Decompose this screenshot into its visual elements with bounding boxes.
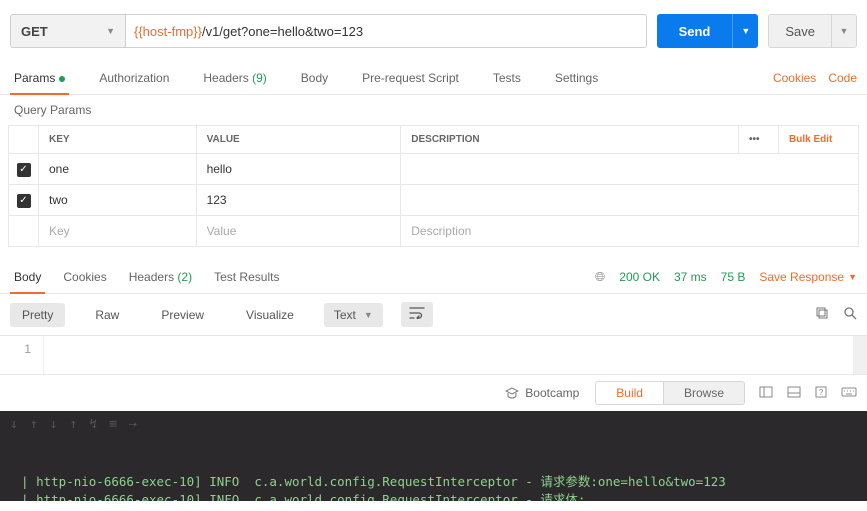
http-method-select[interactable]: GET ▼ xyxy=(10,14,125,48)
send-button[interactable]: Send xyxy=(657,14,733,48)
resp-tab-cookies[interactable]: Cookies xyxy=(59,261,110,293)
tab-prerequest[interactable]: Pre-request Script xyxy=(358,62,463,94)
more-options-icon[interactable]: ••• xyxy=(739,126,779,154)
chevron-down-icon: ▼ xyxy=(106,26,115,36)
toolbar-icon[interactable]: ↓ xyxy=(50,415,58,435)
param-key-input[interactable]: Key xyxy=(39,216,197,247)
col-value: VALUE xyxy=(196,126,401,154)
resp-tab-tests[interactable]: Test Results xyxy=(210,261,283,293)
code-link[interactable]: Code xyxy=(828,71,857,85)
toolbar-icon[interactable]: ↑ xyxy=(30,415,38,435)
url-variable: {{host-fmp}} xyxy=(134,24,202,39)
save-button[interactable]: Save xyxy=(768,14,831,48)
col-desc: DESCRIPTION xyxy=(401,126,739,154)
save-dropdown[interactable]: ▼ xyxy=(831,14,857,48)
ide-console: ↓ ↑ ↓ ↑ ↯ ≡ ⇢ | http-nio-6666-exec-10] I… xyxy=(0,411,867,501)
toolbar-icon[interactable]: ↓ xyxy=(10,415,18,435)
search-icon[interactable] xyxy=(843,306,857,323)
bootcamp-button[interactable]: Bootcamp xyxy=(505,386,579,400)
resp-tab-headers[interactable]: Headers (2) xyxy=(125,261,196,293)
panel-left-icon[interactable] xyxy=(759,385,773,401)
toolbar-icon[interactable]: ⇢ xyxy=(129,415,137,435)
toolbar-icon[interactable]: ≡ xyxy=(109,415,117,435)
console-line: | http-nio-6666-exec-10] INFO c.a.world.… xyxy=(6,492,585,501)
param-desc[interactable] xyxy=(401,154,859,185)
line-number: 1 xyxy=(0,336,44,374)
url-path: /v1/get?one=hello&two=123 xyxy=(202,24,363,39)
tab-body[interactable]: Body xyxy=(297,62,332,94)
response-body[interactable] xyxy=(44,336,853,374)
tab-params[interactable]: Params xyxy=(10,62,69,94)
url-input[interactable]: {{host-fmp}}/v1/get?one=hello&two=123 xyxy=(125,14,647,48)
status-code: 200 OK xyxy=(619,270,660,284)
browse-button[interactable]: Browse xyxy=(663,382,744,404)
keyboard-icon[interactable] xyxy=(841,385,857,401)
wrap-lines-icon[interactable] xyxy=(401,302,433,327)
view-pretty[interactable]: Pretty xyxy=(10,303,65,327)
cookies-link[interactable]: Cookies xyxy=(773,71,816,85)
table-row-empty: Key Value Description xyxy=(9,216,859,247)
svg-text:?: ? xyxy=(819,388,824,397)
col-key: KEY xyxy=(39,126,197,154)
status-size: 75 B xyxy=(721,270,746,284)
build-button[interactable]: Build xyxy=(596,382,663,404)
param-value[interactable]: 123 xyxy=(196,185,401,216)
panel-bottom-icon[interactable] xyxy=(787,385,801,401)
copy-icon[interactable] xyxy=(815,306,829,323)
param-desc[interactable] xyxy=(401,185,859,216)
view-visualize[interactable]: Visualize xyxy=(234,303,306,327)
status-time: 37 ms xyxy=(674,270,707,284)
bulk-edit-link[interactable]: Bulk Edit xyxy=(789,134,832,145)
toolbar-icon[interactable]: ↯ xyxy=(89,415,97,435)
help-icon[interactable]: ? xyxy=(815,385,827,401)
http-method-value: GET xyxy=(21,24,48,39)
send-dropdown[interactable]: ▼ xyxy=(732,14,758,48)
console-line: | http-nio-6666-exec-10] INFO c.a.world.… xyxy=(6,474,726,489)
query-params-label: Query Params xyxy=(0,95,867,125)
table-row: ✓ one hello xyxy=(9,154,859,185)
table-row: ✓ two 123 xyxy=(9,185,859,216)
toolbar-icon[interactable]: ↑ xyxy=(69,415,77,435)
row-checkbox[interactable]: ✓ xyxy=(17,163,31,177)
tab-authorization[interactable]: Authorization xyxy=(95,62,173,94)
view-preview[interactable]: Preview xyxy=(149,303,216,327)
tab-headers[interactable]: Headers (9) xyxy=(199,62,270,94)
scrollbar[interactable] xyxy=(853,336,867,374)
param-desc-input[interactable]: Description xyxy=(401,216,859,247)
tab-tests[interactable]: Tests xyxy=(489,62,525,94)
param-value-input[interactable]: Value xyxy=(196,216,401,247)
view-raw[interactable]: Raw xyxy=(83,303,131,327)
params-indicator-dot xyxy=(59,76,65,82)
body-type-select[interactable]: Text▼ xyxy=(324,303,383,327)
resp-tab-body[interactable]: Body xyxy=(10,261,45,293)
save-response-button[interactable]: Save Response ▼ xyxy=(759,270,857,284)
row-checkbox[interactable]: ✓ xyxy=(17,194,31,208)
param-value[interactable]: hello xyxy=(196,154,401,185)
network-icon[interactable]: 🌐︎ xyxy=(595,269,605,285)
query-params-table: KEY VALUE DESCRIPTION ••• Bulk Edit ✓ on… xyxy=(8,125,859,247)
param-key[interactable]: two xyxy=(39,185,197,216)
tab-settings[interactable]: Settings xyxy=(551,62,602,94)
param-key[interactable]: one xyxy=(39,154,197,185)
